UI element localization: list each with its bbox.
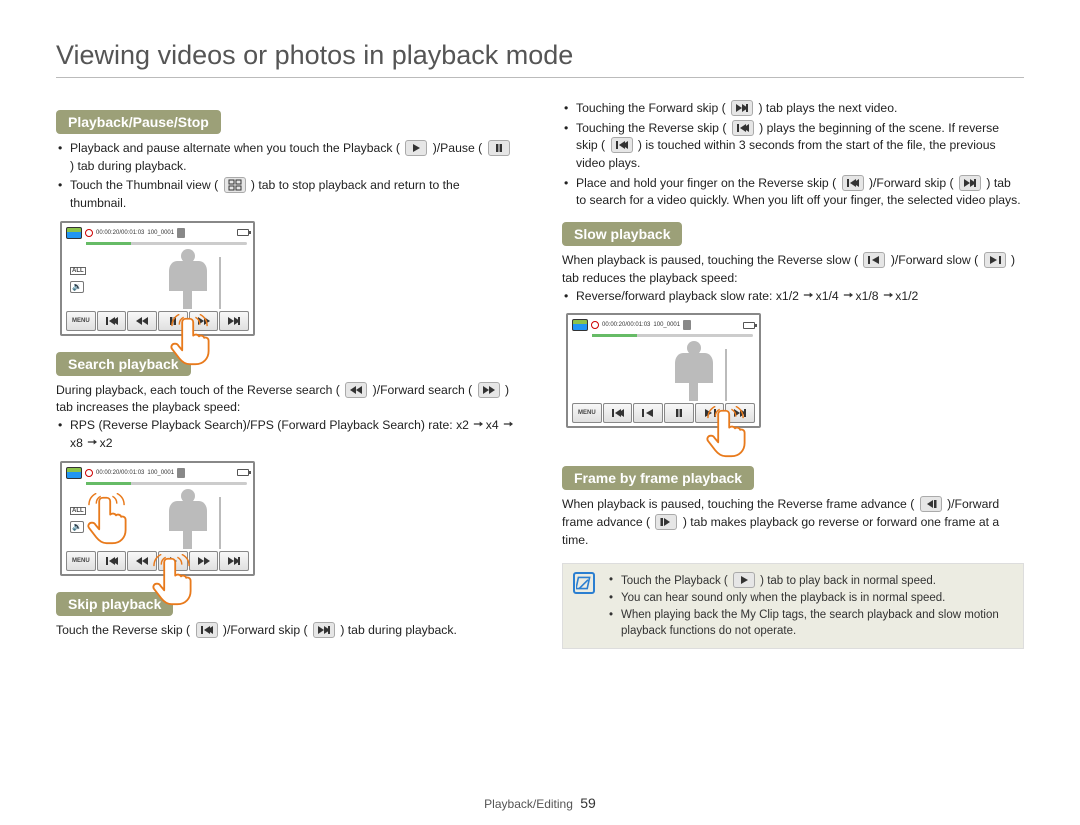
right-column: Touching the Forward skip ( ) tab plays … — [562, 100, 1024, 649]
reverse-skip-icon — [196, 622, 218, 638]
touch-hand-icon — [169, 314, 213, 366]
person-silhouette — [160, 489, 215, 549]
progress-bar[interactable] — [86, 242, 247, 245]
frame-by-frame-intro: When playback is paused, touching the Re… — [562, 496, 1024, 549]
reverse-search-icon — [345, 382, 367, 398]
all-label: ALL — [70, 507, 86, 515]
progress-bar[interactable] — [86, 482, 247, 485]
volume-icon[interactable]: 🔉 — [70, 521, 84, 533]
arrow-icon — [86, 435, 96, 453]
forward-skip-icon — [959, 175, 981, 191]
forward-frame-icon — [655, 514, 677, 530]
touch-hand-icon — [705, 406, 749, 458]
thumb-icon — [572, 319, 588, 331]
reverse-skip-button[interactable] — [97, 551, 127, 571]
text: )/Pause ( — [433, 141, 482, 155]
forward-slow-icon — [984, 252, 1006, 268]
page-number: 59 — [580, 795, 596, 811]
heading-frame-by-frame: Frame by frame playback — [562, 466, 754, 490]
menu-button[interactable]: MENU — [66, 311, 96, 331]
arrow-icon — [502, 417, 512, 435]
person-silhouette — [666, 341, 721, 401]
arrow-icon — [472, 417, 482, 435]
skip-playback-list: Touching the Forward skip ( ) tab plays … — [562, 100, 1024, 210]
text: Playback and pause alternate when you to… — [70, 141, 400, 155]
timecode: 00:00:20/00:01:03 — [96, 470, 144, 476]
reverse-search-button[interactable] — [127, 311, 157, 331]
reverse-slow-button[interactable] — [633, 403, 663, 423]
reverse-skip-button[interactable] — [97, 311, 127, 331]
text: ) tab during playback. — [70, 159, 187, 173]
playback-screen-illustration-2: 00:00:20/00:01:03 100_0001 ALL 🔉 MENU — [60, 461, 255, 576]
reverse-skip-button[interactable] — [603, 403, 633, 423]
left-column: Playback/Pause/Stop Playback and pause a… — [56, 100, 518, 649]
battery-icon — [743, 322, 755, 329]
volume-icon[interactable]: 🔉 — [70, 281, 84, 293]
menu-button[interactable]: MENU — [66, 551, 96, 571]
skip-playback-intro: Touch the Reverse skip ( )/Forward skip … — [56, 622, 518, 640]
reverse-slow-icon — [863, 252, 885, 268]
playback-screen-illustration-1: 00:00:20/00:01:03 100_0001 ALL 🔉 MENU — [60, 221, 255, 336]
file-number: 100_0001 — [653, 322, 680, 328]
record-indicator-icon — [85, 229, 93, 237]
forward-skip-icon — [313, 622, 335, 638]
forward-search-icon — [478, 382, 500, 398]
sd-card-icon — [177, 228, 185, 238]
note-box: Touch the Playback ( ) tab to play back … — [562, 563, 1024, 649]
sd-card-icon — [177, 468, 185, 478]
note-item: You can hear sound only when the playbac… — [609, 590, 1013, 607]
search-playback-intro: During playback, each touch of the Rever… — [56, 382, 518, 417]
person-silhouette — [160, 249, 215, 309]
footer-section: Playback/Editing — [484, 797, 573, 811]
page-footer: Playback/Editing 59 — [0, 795, 1080, 811]
sd-card-icon — [683, 320, 691, 330]
page-title: Viewing videos or photos in playback mod… — [56, 40, 1024, 78]
forward-skip-button[interactable] — [219, 551, 249, 571]
file-number: 100_0001 — [147, 470, 174, 476]
file-number: 100_0001 — [147, 230, 174, 236]
record-indicator-icon — [85, 469, 93, 477]
forward-skip-button[interactable] — [219, 311, 249, 331]
thumb-icon — [66, 467, 82, 479]
note-item: Touch the Playback ( ) tab to play back … — [609, 572, 1013, 590]
timecode: 00:00:20/00:01:03 — [602, 322, 650, 328]
slow-playback-intro: When playback is paused, touching the Re… — [562, 252, 1024, 287]
text: Touch the Thumbnail view ( — [70, 178, 218, 192]
thumbnail-view-icon — [224, 177, 246, 193]
touch-hand-icon — [86, 493, 130, 545]
battery-icon — [237, 229, 249, 236]
pause-icon — [488, 140, 510, 156]
all-label: ALL — [70, 267, 86, 275]
arrow-icon — [882, 288, 892, 306]
note-item: When playing back the My Clip tags, the … — [609, 607, 1013, 640]
progress-bar[interactable] — [592, 334, 753, 337]
arrow-icon — [842, 288, 852, 306]
play-icon — [405, 140, 427, 156]
reverse-frame-icon — [920, 496, 942, 512]
playback-screen-illustration-3: 00:00:20/00:01:03 100_0001 MENU — [566, 313, 761, 428]
reverse-skip-icon — [842, 175, 864, 191]
slow-playback-rates: Reverse/forward playback slow rate: x1/2… — [562, 288, 1024, 306]
note-icon — [573, 572, 595, 594]
heading-playback-pause-stop: Playback/Pause/Stop — [56, 110, 221, 134]
battery-icon — [237, 469, 249, 476]
reverse-skip-icon — [611, 137, 633, 153]
arrow-icon — [802, 288, 812, 306]
playback-pause-stop-list: Playback and pause alternate when you to… — [56, 140, 518, 213]
search-playback-rates: RPS (Reverse Playback Search)/FPS (Forwa… — [56, 417, 518, 452]
play-icon — [733, 572, 755, 588]
touch-hand-icon — [151, 554, 195, 606]
timecode: 00:00:20/00:01:03 — [96, 230, 144, 236]
record-indicator-icon — [591, 321, 599, 329]
reverse-skip-icon — [732, 120, 754, 136]
menu-button[interactable]: MENU — [572, 403, 602, 423]
pause-button[interactable] — [664, 403, 694, 423]
thumb-icon — [66, 227, 82, 239]
heading-slow-playback: Slow playback — [562, 222, 682, 246]
forward-skip-icon — [731, 100, 753, 116]
